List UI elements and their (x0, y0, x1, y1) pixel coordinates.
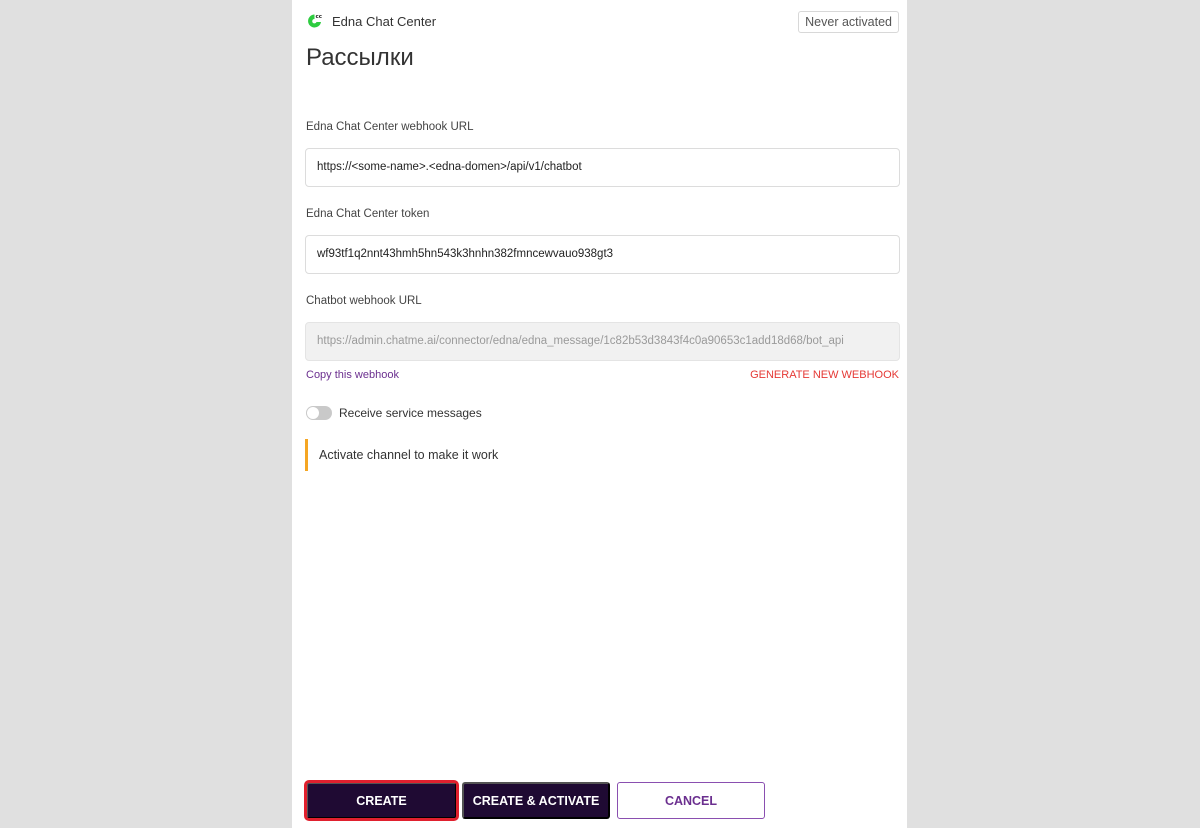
chatbot-webhook-label: Chatbot webhook URL (306, 295, 422, 307)
status-badge: Never activated (798, 11, 899, 33)
channel-settings-panel: cc Edna Chat Center Never activated Расс… (292, 0, 907, 828)
svg-text:cc: cc (316, 14, 323, 20)
webhook-url-input[interactable]: https://<some-name>.<edna-domen>/api/v1/… (305, 148, 900, 187)
page-title: Рассылки (306, 44, 414, 71)
webhook-url-label: Edna Chat Center webhook URL (306, 121, 474, 133)
toggle-knob (307, 407, 319, 419)
service-messages-label: Receive service messages (339, 406, 482, 420)
chatbot-webhook-input: https://admin.chatme.ai/connector/edna/e… (305, 322, 900, 361)
notice-text: Activate channel to make it work (319, 448, 499, 462)
activation-notice: Activate channel to make it work (305, 439, 705, 471)
cancel-button[interactable]: CANCEL (617, 782, 765, 819)
edna-logo-icon: cc (306, 12, 323, 30)
service-messages-row: Receive service messages (306, 405, 606, 421)
create-activate-button[interactable]: CREATE & ACTIVATE (462, 782, 610, 819)
brand-name: Edna Chat Center (332, 14, 437, 29)
token-label: Edna Chat Center token (306, 208, 430, 220)
panel-header: cc Edna Chat Center Never activated (306, 11, 899, 33)
service-messages-toggle[interactable] (306, 406, 332, 420)
copy-webhook-link[interactable]: Copy this webhook (306, 369, 399, 381)
create-button[interactable]: CREATE (304, 780, 459, 821)
token-input[interactable]: wf93tf1q2nnt43hmh5hn543k3hnhn382fmncewva… (305, 235, 900, 274)
generate-webhook-link[interactable]: GENERATE NEW WEBHOOK (750, 369, 899, 381)
